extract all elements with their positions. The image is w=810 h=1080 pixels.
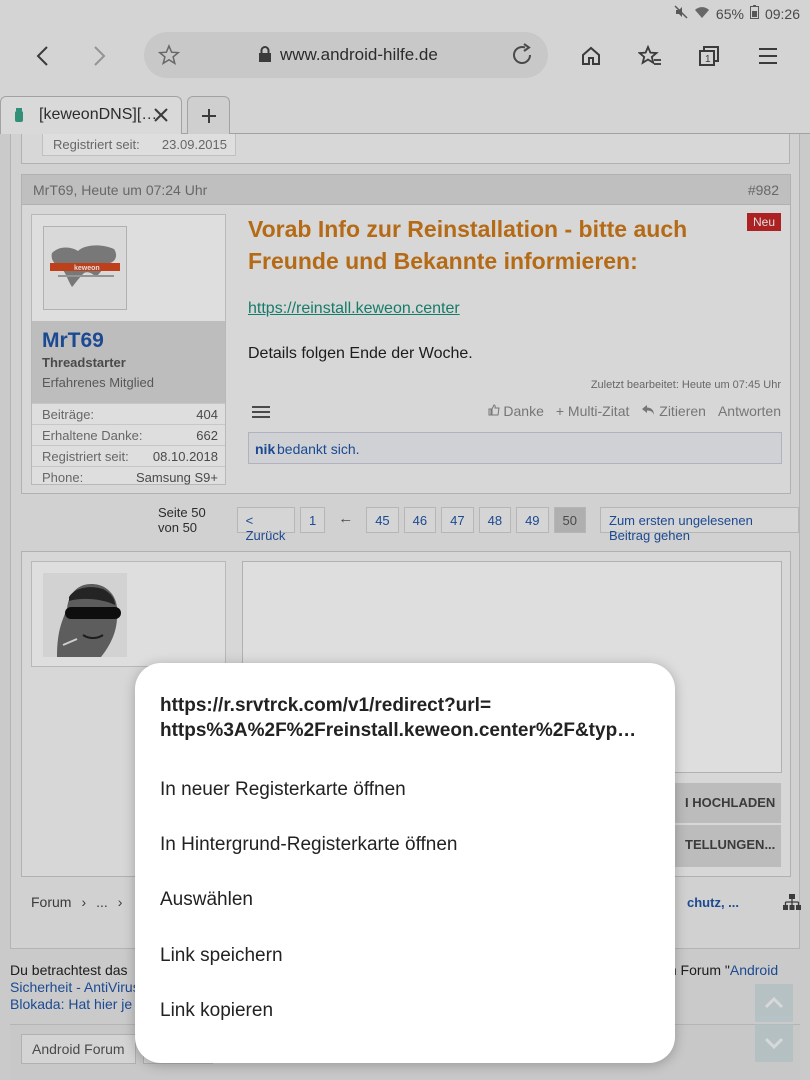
copy-link-item[interactable]: Link kopieren: [160, 1000, 650, 1022]
url-line-2: https%3A%2F%2Freinstall.keweon.center%2F…: [160, 720, 637, 741]
open-in-new-tab-item[interactable]: In neuer Registerkarte öffnen: [160, 779, 650, 801]
link-context-menu: https://r.srvtrck.com/v1/redirect?url= h…: [135, 663, 675, 1063]
select-item[interactable]: Auswählen: [160, 889, 650, 911]
context-menu-url: https://r.srvtrck.com/v1/redirect?url= h…: [160, 693, 650, 743]
save-link-item[interactable]: Link speichern: [160, 945, 650, 967]
open-in-background-tab-item[interactable]: In Hintergrund-Registerkarte öffnen: [160, 834, 650, 856]
url-line-1: https://r.srvtrck.com/v1/redirect?url=: [160, 695, 492, 716]
